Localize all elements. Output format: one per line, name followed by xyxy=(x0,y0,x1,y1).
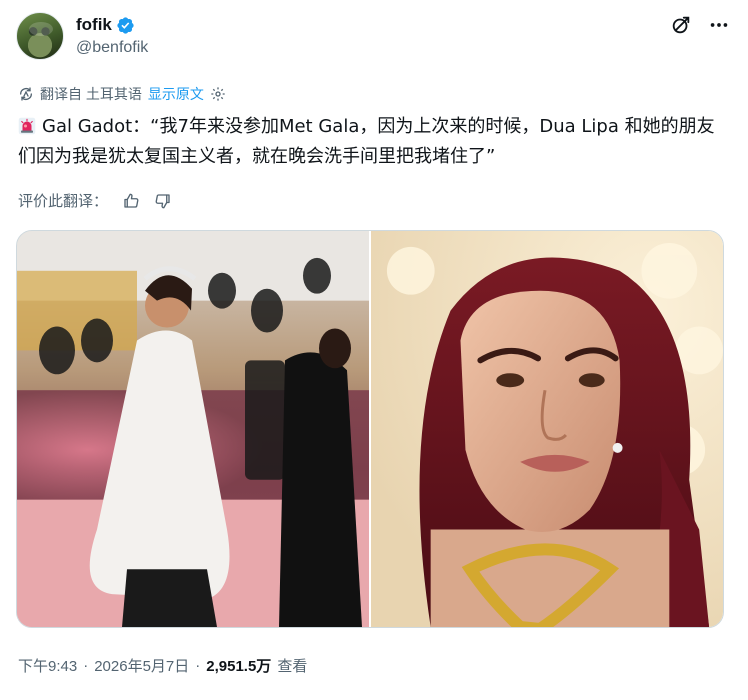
siren-icon xyxy=(18,117,36,135)
gear-icon[interactable] xyxy=(210,86,226,102)
translated-from-label: 翻译自 土耳其语 xyxy=(40,86,142,102)
tweet-text: Gal Gadot：“我7年来没参加Met Gala，因为上次来的时候，Dua … xyxy=(18,112,718,172)
photo-dua-lipa[interactable] xyxy=(371,231,723,627)
rate-translation-row: 评价此翻译： xyxy=(18,190,172,211)
more-icon[interactable] xyxy=(708,14,730,36)
verified-badge-icon xyxy=(117,16,134,34)
rate-translation-label: 评价此翻译： xyxy=(18,193,109,210)
tweet-time[interactable]: 下午9:43 xyxy=(18,655,77,676)
media-grid xyxy=(16,230,724,628)
author-handle[interactable]: @benfofik xyxy=(76,39,148,57)
thumbs-up-icon[interactable] xyxy=(122,192,140,210)
tweet-date[interactable]: 2026年5月7日 xyxy=(94,655,189,676)
thumbs-down-icon[interactable] xyxy=(154,192,172,210)
avatar-shine xyxy=(29,22,53,36)
photo-dua-lipa-art xyxy=(371,231,723,627)
avatar[interactable] xyxy=(16,12,64,60)
tweet-meta: 下午9:43 · 2026年5月7日 · 2,951.5万 查看 xyxy=(18,655,307,676)
separator-dot: · xyxy=(195,657,201,674)
translate-icon xyxy=(20,87,32,101)
views-label: 查看 xyxy=(277,658,308,675)
show-original-link[interactable]: 显示原文 xyxy=(148,84,204,104)
tweet-header: fofik @benfofik xyxy=(16,12,732,68)
photo-gal-gadot-art xyxy=(17,231,369,627)
grok-icon[interactable] xyxy=(670,14,692,36)
display-name[interactable]: fofik xyxy=(76,15,112,35)
separator-dot: · xyxy=(83,657,89,674)
translation-bar: 翻译自 土耳其语 显示原文 xyxy=(18,84,226,104)
tweet-text-body: Gal Gadot：“我7年来没参加Met Gala，因为上次来的时候，Dua … xyxy=(18,116,715,167)
photo-gal-gadot[interactable] xyxy=(17,231,369,627)
views-count: 2,951.5万 xyxy=(206,658,272,675)
name-row: fofik xyxy=(76,15,135,35)
